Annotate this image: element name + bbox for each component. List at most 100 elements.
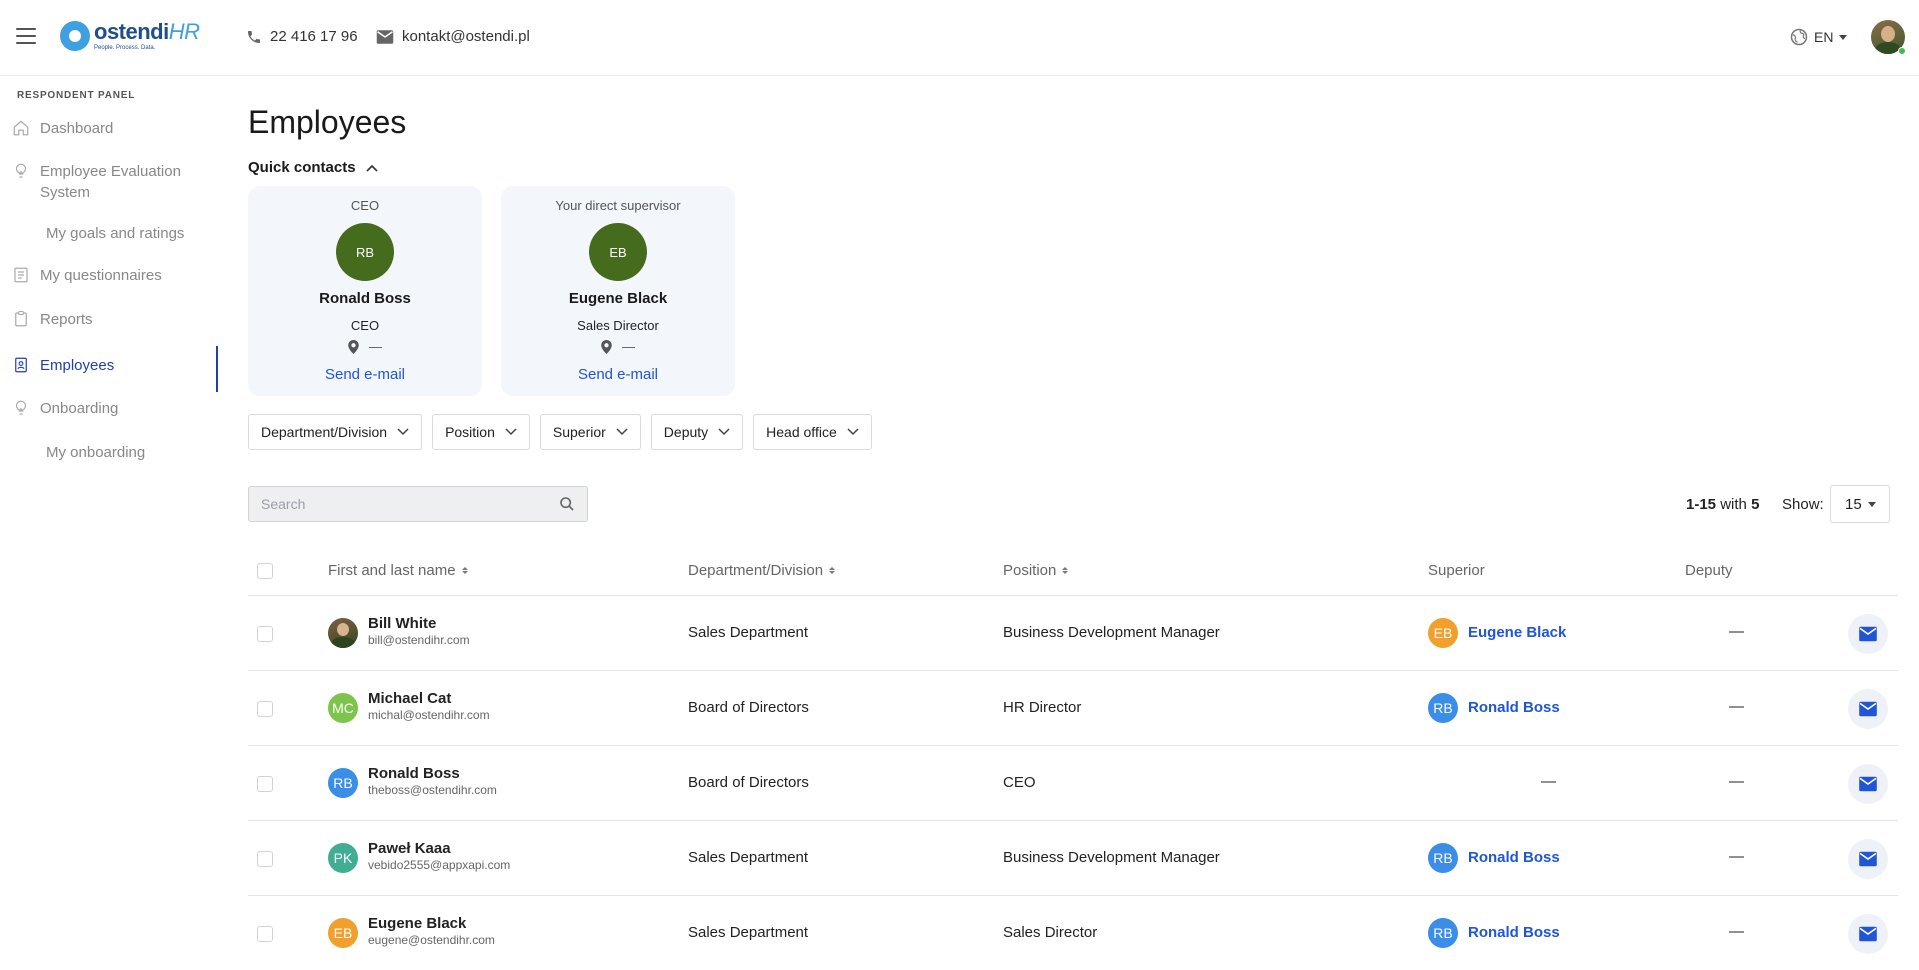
phone-icon xyxy=(248,30,260,43)
header-phone[interactable]: 22 416 17 96 xyxy=(246,28,358,45)
employee-email: bill@ostendihr.com xyxy=(368,633,470,647)
superior-avatar: RB xyxy=(1428,843,1458,873)
table-header: First and last name Department/Division … xyxy=(248,552,1898,596)
column-header-position[interactable]: Position xyxy=(1003,562,1069,579)
table-row: Bill White bill@ostendihr.com Sales Depa… xyxy=(248,596,1898,671)
quick-contact-location: — xyxy=(248,339,482,354)
superior-link[interactable]: Eugene Black xyxy=(1468,624,1566,641)
language-code: EN xyxy=(1814,29,1834,45)
employee-email: michal@ostendihr.com xyxy=(368,708,490,722)
pagination-with: with xyxy=(1720,496,1747,513)
employee-department: Sales Department xyxy=(688,924,809,941)
send-email-link[interactable]: Send e-mail xyxy=(501,366,735,383)
location-value: — xyxy=(369,339,382,354)
logo-script-text: HR xyxy=(168,19,200,44)
sort-icon xyxy=(461,567,468,574)
ostendi-logo[interactable]: ostendiHR People. Process. Data. xyxy=(60,20,200,52)
employee-position: CEO xyxy=(1003,774,1036,791)
clipboard-icon xyxy=(15,310,27,327)
chevron-down-icon xyxy=(505,428,517,436)
filter-department[interactable]: Department/Division xyxy=(248,414,423,450)
send-email-button[interactable] xyxy=(1848,839,1888,879)
panel-title: RESPONDENT PANEL xyxy=(17,90,136,101)
send-email-button[interactable] xyxy=(1848,689,1888,729)
employee-badge-icon xyxy=(15,357,27,373)
sidebar-item-label: My questionnaires xyxy=(40,267,162,284)
quick-contacts-label: Quick contacts xyxy=(248,159,356,176)
select-all-checkbox[interactable] xyxy=(257,563,273,579)
location-pin-icon xyxy=(348,339,359,354)
language-selector[interactable]: EN xyxy=(1790,28,1848,46)
row-checkbox[interactable] xyxy=(257,626,273,642)
superior-link[interactable]: Ronald Boss xyxy=(1468,924,1560,941)
search-box xyxy=(248,486,588,522)
column-header-name[interactable]: First and last name xyxy=(328,562,468,579)
sidebar-item-label: My goals and ratings xyxy=(46,225,185,242)
phone-number: 22 416 17 96 xyxy=(270,28,358,45)
column-label: Deputy xyxy=(1685,562,1733,579)
questionnaire-icon xyxy=(14,267,28,283)
employee-position: Business Development Manager xyxy=(1003,624,1220,641)
table-row: RB Ronald Boss theboss@ostendihr.com Boa… xyxy=(248,746,1898,821)
filter-superior[interactable]: Superior xyxy=(539,414,641,450)
chevron-down-icon xyxy=(718,428,730,436)
employee-department: Board of Directors xyxy=(688,774,809,791)
pagination-total: 5 xyxy=(1751,496,1760,513)
hamburger-menu-icon[interactable] xyxy=(16,28,36,44)
sidebar-item-label: Employees xyxy=(40,357,115,374)
online-status-dot xyxy=(1898,47,1906,55)
column-header-department[interactable]: Department/Division xyxy=(688,562,836,579)
quick-contacts-toggle[interactable]: Quick contacts xyxy=(248,159,378,176)
table-row: PK Paweł Kaaa vebido2555@appxapi.com Sal… xyxy=(248,821,1898,896)
caret-down-icon xyxy=(1839,34,1848,40)
quick-contact-location: — xyxy=(501,339,735,354)
employee-name: Paweł Kaaa xyxy=(368,840,451,857)
filter-head-office[interactable]: Head office xyxy=(753,414,872,450)
deputy-value: — xyxy=(1729,698,1744,715)
column-label: First and last name xyxy=(328,562,456,579)
page-title: Employees xyxy=(248,104,407,140)
employee-name: Bill White xyxy=(368,615,437,632)
sidebar-item-label: Onboarding xyxy=(40,400,119,417)
filter-deputy[interactable]: Deputy xyxy=(650,414,744,450)
lightbulb-icon xyxy=(15,400,27,415)
search-input[interactable] xyxy=(249,487,549,521)
page-size-select[interactable]: 15 xyxy=(1830,485,1890,523)
mail-icon xyxy=(376,29,394,44)
caret-down-icon xyxy=(1867,501,1876,507)
employee-email: eugene@ostendihr.com xyxy=(368,933,495,947)
sidebar-item-label: Dashboard xyxy=(40,120,114,137)
deputy-value: — xyxy=(1729,773,1744,790)
mail-icon xyxy=(1859,926,1877,942)
avatar: MC xyxy=(328,693,358,723)
row-checkbox[interactable] xyxy=(257,701,273,717)
employee-department: Board of Directors xyxy=(688,699,809,716)
quick-contact-name: Eugene Black xyxy=(568,290,668,307)
quick-contact-role: CEO xyxy=(350,198,380,213)
employee-name: Michael Cat xyxy=(368,690,452,707)
location-pin-icon xyxy=(601,339,612,354)
employee-email: theboss@ostendihr.com xyxy=(368,783,497,797)
quick-contact-position: CEO xyxy=(350,318,380,333)
row-checkbox[interactable] xyxy=(257,776,273,792)
send-email-button[interactable] xyxy=(1848,614,1888,654)
superior-link[interactable]: Ronald Boss xyxy=(1468,699,1560,716)
quick-contact-card-ceo: CEO RB Ronald Boss CEO — Send e-mail xyxy=(248,186,482,396)
sidebar: RESPONDENT PANEL Dashboard Employee Eval… xyxy=(0,76,218,970)
lightbulb-icon xyxy=(15,163,27,178)
superior-link[interactable]: Ronald Boss xyxy=(1468,849,1560,866)
header-email[interactable]: kontakt@ostendi.pl xyxy=(376,28,530,45)
send-email-link[interactable]: Send e-mail xyxy=(248,366,482,383)
quick-contact-position: Sales Director xyxy=(577,318,659,333)
filter-bar: Department/Division Position Superior De… xyxy=(248,414,882,450)
chevron-up-icon xyxy=(365,164,378,172)
row-checkbox[interactable] xyxy=(257,851,273,867)
send-email-button[interactable] xyxy=(1848,764,1888,804)
employee-name: Eugene Black xyxy=(368,915,467,932)
pagination-range: 1-15 xyxy=(1686,496,1717,513)
send-email-button[interactable] xyxy=(1848,914,1888,954)
avatar: PK xyxy=(328,843,358,873)
row-checkbox[interactable] xyxy=(257,926,273,942)
search-icon[interactable] xyxy=(559,496,575,512)
filter-position[interactable]: Position xyxy=(432,414,530,450)
